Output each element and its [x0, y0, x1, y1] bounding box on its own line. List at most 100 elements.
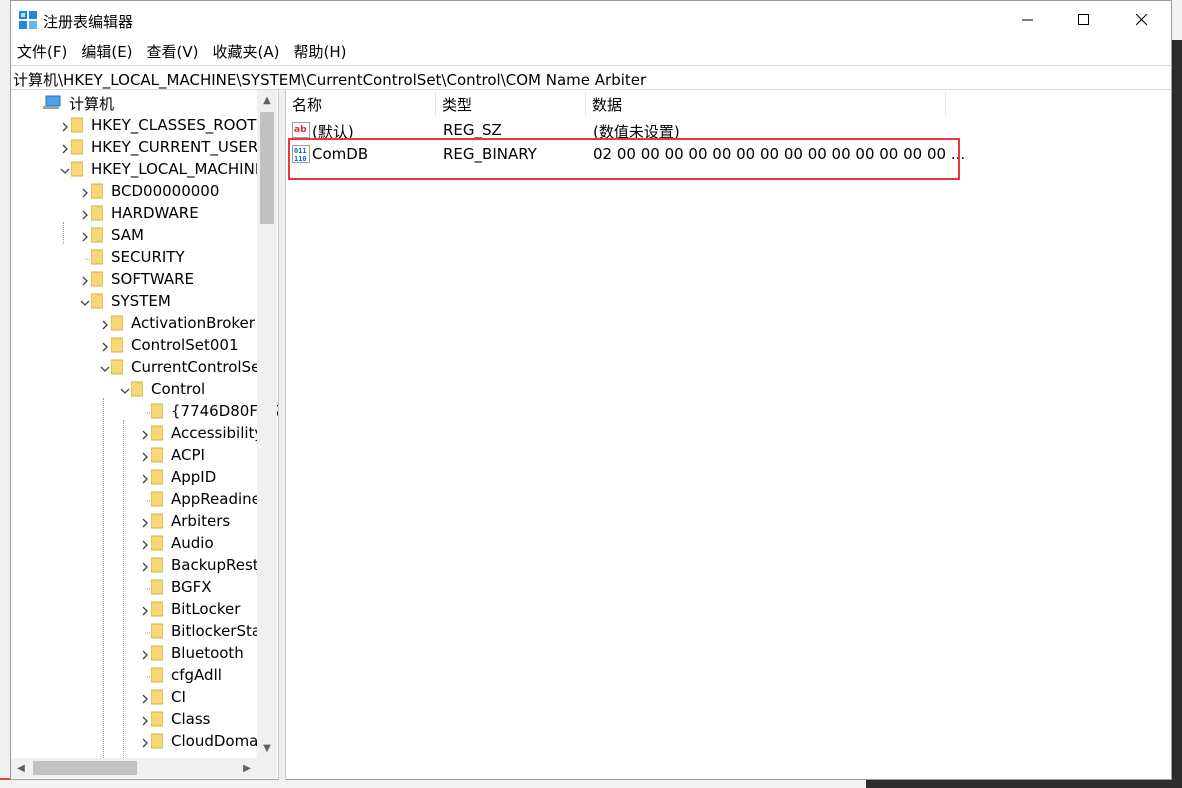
tree-item-control-child[interactable]: AppID	[139, 466, 216, 488]
tree-item-hklm[interactable]: SYSTEM	[79, 290, 171, 312]
column-header-name[interactable]: 名称	[286, 92, 436, 116]
tree-item-system[interactable]: CurrentControlSet	[99, 356, 266, 378]
menu-favorites[interactable]: 收藏夹(A)	[207, 39, 288, 63]
tree-item-control-child[interactable]: BitLocker	[139, 598, 240, 620]
chevron-right-icon[interactable]	[79, 229, 91, 242]
tree-item-hklm[interactable]: HARDWARE	[79, 202, 199, 224]
tree-item-label: BGFX	[171, 578, 212, 596]
chevron-right-icon[interactable]	[59, 119, 71, 132]
menu-view[interactable]: 查看(V)	[141, 39, 207, 63]
tree-item-control-child[interactable]: Bluetooth	[139, 642, 244, 664]
close-button[interactable]	[1119, 1, 1165, 39]
tree-item-label: ActivationBroker	[131, 314, 255, 332]
folder-icon	[150, 535, 164, 551]
chevron-right-icon[interactable]	[79, 207, 91, 220]
address-bar[interactable]: 计算机\HKEY_LOCAL_MACHINE\SYSTEM\CurrentCon…	[11, 65, 1171, 90]
maximize-button[interactable]	[1061, 1, 1107, 39]
column-header-type[interactable]: 类型	[436, 92, 586, 116]
title-bar[interactable]: 注册表编辑器	[11, 1, 1171, 39]
chevron-right-icon[interactable]	[139, 603, 151, 616]
chevron-right-icon[interactable]	[79, 273, 91, 286]
tree-item-control-child[interactable]: BGFX	[139, 576, 212, 598]
folder-icon	[150, 733, 164, 749]
chevron-right-icon[interactable]	[139, 713, 151, 726]
tree-item-system[interactable]: ActivationBroker	[99, 312, 255, 334]
tree-item-label: HKEY_CURRENT_USER	[91, 138, 259, 156]
scroll-down-icon[interactable]: ▼	[257, 738, 277, 758]
tree-item-hklm[interactable]: SOFTWARE	[79, 268, 194, 290]
folder-icon	[70, 161, 84, 177]
tree-connector-line	[123, 420, 124, 772]
chevron-right-icon[interactable]	[139, 515, 151, 528]
chevron-right-icon[interactable]	[79, 185, 91, 198]
chevron-right-icon[interactable]	[139, 647, 151, 660]
tree-item-control-child[interactable]: Class	[139, 708, 210, 730]
tree-hscroll-thumb[interactable]	[33, 761, 137, 775]
folder-icon	[150, 579, 164, 595]
key-tree-pane[interactable]: 计算机 HKEY_CLASSES_ROOT HKEY_CURRENT_USER HKE…	[11, 90, 279, 780]
folder-icon	[150, 667, 164, 683]
tree-item-hive[interactable]: HKEY_LOCAL_MACHINE	[59, 158, 264, 180]
menu-file[interactable]: 文件(F)	[11, 39, 75, 63]
desktop-background-left	[0, 0, 10, 788]
desktop-background-right-top	[1172, 0, 1182, 40]
tree-item-hklm[interactable]: SAM	[79, 224, 144, 246]
computer-icon	[43, 95, 61, 111]
scroll-corner	[257, 758, 277, 778]
tree-item-label: 计算机	[69, 94, 115, 113]
tree-item-control-child[interactable]: AppReadines	[139, 488, 269, 510]
chevron-right-icon[interactable]	[59, 141, 71, 154]
tree-item-label: cfgAdll	[171, 666, 222, 684]
chevron-down-icon[interactable]	[79, 295, 91, 307]
tree-item-hive[interactable]: HKEY_CURRENT_USER	[59, 136, 258, 158]
tree-item-control-child[interactable]: Audio	[139, 532, 214, 554]
column-header-data[interactable]: 数据	[586, 92, 946, 116]
tree-scroll-thumb[interactable]	[260, 112, 274, 224]
folder-icon	[70, 139, 84, 155]
scroll-right-icon[interactable]: ▶	[237, 758, 257, 778]
tree-item-hive[interactable]: HKEY_CLASSES_ROOT	[59, 114, 256, 136]
folder-icon	[110, 315, 124, 331]
tree-item-hklm[interactable]: SECURITY	[79, 246, 185, 268]
minimize-button[interactable]	[1005, 1, 1051, 39]
tree-item-control[interactable]: Control	[119, 378, 205, 400]
chevron-right-icon[interactable]	[139, 735, 151, 748]
chevron-right-icon[interactable]	[139, 691, 151, 704]
tree-item-control-child[interactable]: cfgAdll	[139, 664, 222, 686]
scroll-up-icon[interactable]: ▲	[257, 90, 277, 110]
chevron-right-icon[interactable]	[139, 559, 151, 572]
tree-item-control-child[interactable]: BitlockerStatu	[139, 620, 276, 642]
tree-item-control-child[interactable]: ACPI	[139, 444, 205, 466]
values-list-pane[interactable]: 名称 类型 数据 ab (默认) REG_SZ (数值未设置) 011 110 …	[285, 90, 1171, 780]
tree-item-control-child[interactable]: AccessibilityS	[139, 422, 273, 444]
tree-item-control-child[interactable]: BackupRestor	[139, 554, 274, 576]
chevron-right-icon[interactable]	[99, 339, 111, 352]
chevron-right-icon[interactable]	[139, 537, 151, 550]
tree-item-control-child[interactable]: CI	[139, 686, 186, 708]
tree-item-system[interactable]: ControlSet001	[99, 334, 238, 356]
svg-text:ab: ab	[294, 125, 307, 135]
chevron-down-icon[interactable]	[59, 163, 71, 175]
tree-item-label: HKEY_LOCAL_MACHINE	[91, 160, 265, 178]
folder-icon	[150, 469, 164, 485]
tree-vertical-scrollbar[interactable]: ▲ ▼	[257, 90, 277, 758]
menu-help[interactable]: 帮助(H)	[287, 39, 354, 63]
tree-root-computer[interactable]: 计算机	[43, 92, 114, 114]
chevron-right-icon[interactable]	[139, 449, 151, 462]
tree-item-label: ACPI	[171, 446, 205, 464]
tree-horizontal-scrollbar[interactable]: ◀ ▶	[11, 758, 257, 778]
chevron-right-icon[interactable]	[99, 317, 111, 330]
chevron-down-icon[interactable]	[99, 361, 111, 373]
tree-connector	[139, 493, 151, 505]
tree-item-control-child[interactable]: CloudDomain	[139, 730, 272, 752]
tree-item-hklm[interactable]: BCD00000000	[79, 180, 219, 202]
minimize-icon	[1022, 19, 1033, 21]
tree-item-label: SOFTWARE	[111, 270, 195, 288]
menu-edit[interactable]: 编辑(E)	[75, 39, 140, 63]
chevron-down-icon[interactable]	[119, 383, 131, 395]
folder-icon	[110, 337, 124, 353]
chevron-right-icon[interactable]	[139, 471, 151, 484]
scroll-left-icon[interactable]: ◀	[11, 758, 31, 778]
tree-item-control-child[interactable]: Arbiters	[139, 510, 230, 532]
chevron-right-icon[interactable]	[139, 427, 151, 440]
